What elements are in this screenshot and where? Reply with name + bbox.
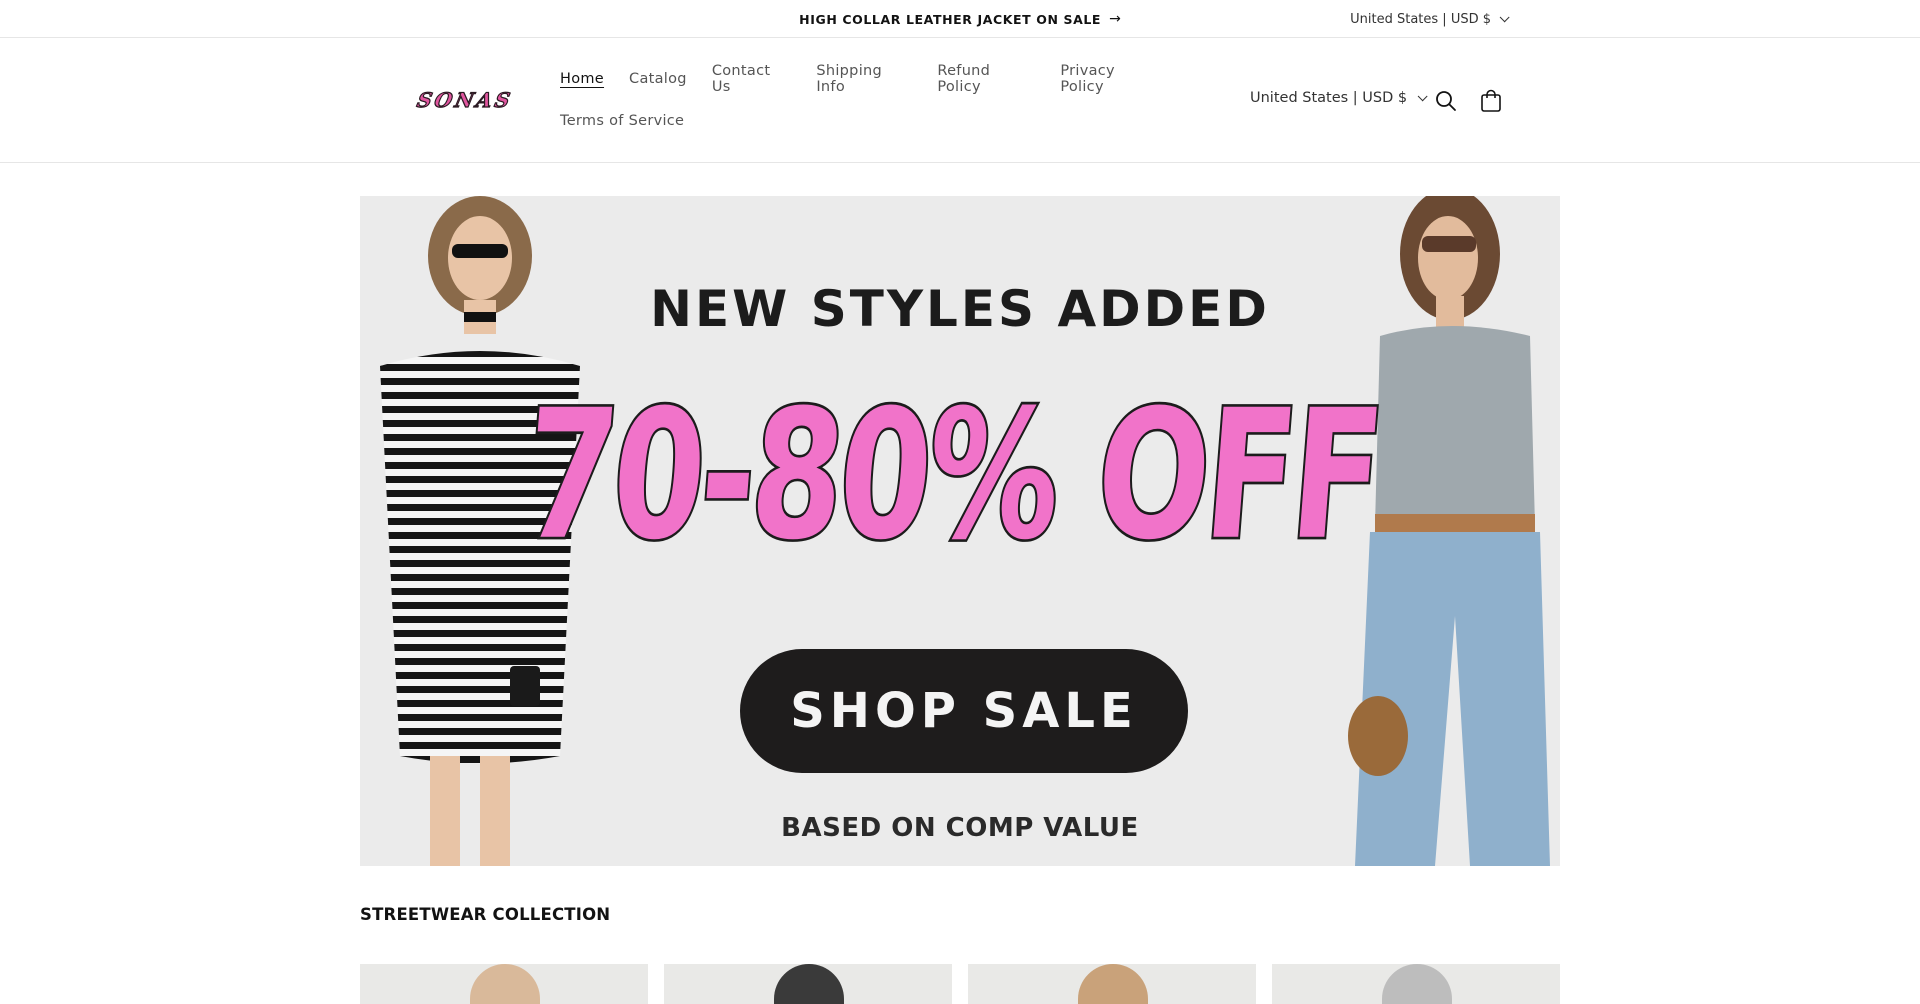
chevron-down-icon xyxy=(1417,90,1428,101)
nav-link-refund-policy[interactable]: Refund Policy xyxy=(937,63,1035,95)
hero-banner[interactable]: NEW STYLES ADDED 70-80% OFF SHOP SALE BA… xyxy=(360,196,1560,866)
site-header: SONAS Home Catalog Contact Us Shipping I… xyxy=(0,38,1920,163)
locale-label: United States | USD $ xyxy=(1350,11,1491,27)
product-card[interactable] xyxy=(968,964,1256,1004)
search-button[interactable] xyxy=(1434,89,1458,113)
arrow-right-icon: → xyxy=(1109,11,1121,27)
logo-wordmark: SONAS xyxy=(414,88,515,113)
nav-link-privacy-policy[interactable]: Privacy Policy xyxy=(1060,63,1160,95)
nav-link-contact-us[interactable]: Contact Us xyxy=(712,63,792,95)
nav-row-2: Terms of Service xyxy=(560,100,1160,142)
locale-label: United States | USD $ xyxy=(1250,90,1408,106)
shop-sale-button[interactable]: SHOP SALE xyxy=(740,649,1188,773)
nav-link-shipping-info[interactable]: Shipping Info xyxy=(816,63,912,95)
product-image xyxy=(1078,964,1148,1004)
nav-link-home[interactable]: Home xyxy=(560,71,604,87)
product-image xyxy=(470,964,540,1004)
product-card[interactable] xyxy=(360,964,648,1004)
hero-discount: 70-80% OFF xyxy=(515,370,1389,583)
nav-link-catalog[interactable]: Catalog xyxy=(629,71,687,87)
svg-text:SONAS: SONAS xyxy=(415,88,515,112)
logo[interactable]: SONAS xyxy=(410,86,520,114)
product-card[interactable] xyxy=(664,964,952,1004)
cart-icon xyxy=(1481,89,1501,112)
product-card[interactable] xyxy=(1272,964,1560,1004)
hero-subtext: BASED ON COMP VALUE xyxy=(781,813,1139,843)
collection-title: STREETWEAR COLLECTION xyxy=(360,905,611,924)
announcement-text: HIGH COLLAR LEATHER JACKET ON SALE xyxy=(799,11,1102,27)
announcement-link[interactable]: HIGH COLLAR LEATHER JACKET ON SALE → xyxy=(0,0,1920,38)
product-image xyxy=(774,964,844,1004)
product-image xyxy=(1382,964,1452,1004)
header-locale-selector[interactable]: United States | USD $ xyxy=(1250,90,1428,106)
nav-link-terms-of-service[interactable]: Terms of Service xyxy=(560,113,684,129)
announcement-bar: HIGH COLLAR LEATHER JACKET ON SALE → Uni… xyxy=(0,0,1920,38)
announcement-locale-selector[interactable]: United States | USD $ xyxy=(1350,0,1510,38)
search-icon xyxy=(1436,91,1456,111)
cart-button[interactable] xyxy=(1478,88,1504,114)
main-nav: Home Catalog Contact Us Shipping Info Re… xyxy=(560,58,1160,142)
hero-headline: NEW STYLES ADDED xyxy=(650,280,1270,338)
nav-row-1: Home Catalog Contact Us Shipping Info Re… xyxy=(560,58,1160,100)
